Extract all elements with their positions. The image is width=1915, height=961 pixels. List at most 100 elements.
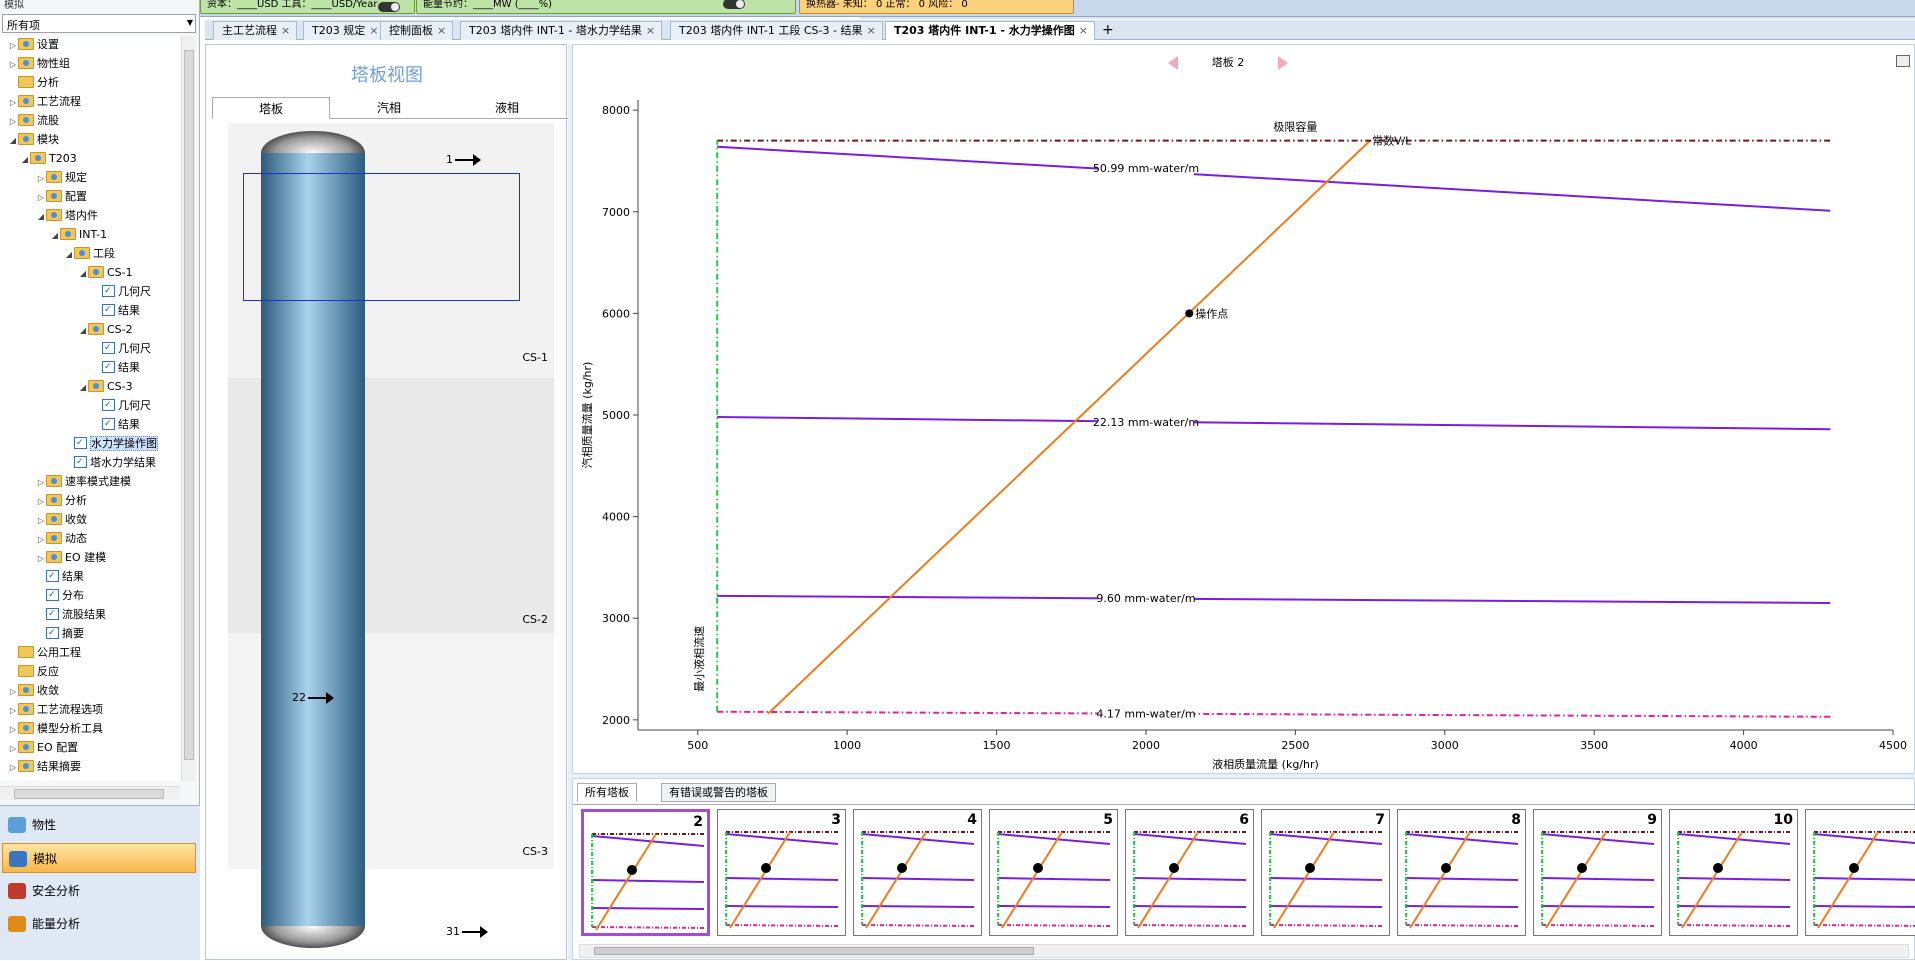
tree-vertical-scrollbar[interactable]	[181, 36, 195, 781]
previous-tray-button[interactable]	[1168, 56, 1178, 70]
tab-vapor[interactable]: 汽相	[330, 97, 448, 119]
document-tab[interactable]: 控制面板 ×	[380, 21, 454, 40]
tray-thumbnail[interactable]: 4	[853, 809, 982, 936]
expander-icon[interactable]: ▷	[36, 474, 46, 492]
scroll-thumb[interactable]	[594, 947, 1034, 955]
close-icon[interactable]: ×	[281, 24, 290, 37]
expander-icon[interactable]: ◢	[64, 246, 74, 264]
tree-node[interactable]: ▷ 规定	[36, 169, 87, 187]
close-icon[interactable]: ×	[437, 24, 446, 37]
selected-tray-box[interactable]	[243, 173, 520, 301]
capital-toggle[interactable]	[378, 0, 400, 13]
tree-node[interactable]: 塔水力学结果	[64, 453, 156, 472]
tab-tray[interactable]: 塔板	[212, 97, 330, 119]
tree-node[interactable]: 结果	[36, 567, 84, 586]
tree-node[interactable]: 结果	[92, 415, 140, 434]
tree-filter-dropdown[interactable]: 所有项 ▼	[2, 14, 196, 33]
tree-node[interactable]: 分布	[36, 586, 84, 605]
expander-icon[interactable]: ▷	[36, 170, 46, 188]
tree-node[interactable]: ▷ 结果摘要	[8, 758, 81, 776]
tree-horizontal-scrollbar[interactable]	[0, 786, 180, 800]
document-tab[interactable]: T203 塔内件 INT-1 - 塔水力学结果 ×	[460, 21, 663, 40]
tree-node[interactable]: ▷ 收敛	[8, 682, 59, 700]
tree-node[interactable]: ▷ 工艺流程	[8, 93, 81, 111]
expander-icon[interactable]: ▷	[8, 56, 18, 74]
expander-icon[interactable]: ◢	[20, 151, 30, 169]
tree-node[interactable]: 公用工程	[8, 644, 81, 662]
nav-button[interactable]: 能量分析	[2, 909, 196, 939]
tray-thumbnail[interactable]: 3	[717, 809, 846, 936]
expander-icon[interactable]: ▷	[36, 550, 46, 568]
document-tab[interactable]: T203 规定 ×	[303, 21, 386, 40]
expander-icon[interactable]: ◢	[78, 265, 88, 283]
document-tab[interactable]: T203 塔内件 INT-1 - 水力学操作图 ×	[885, 21, 1095, 40]
tree-node[interactable]: ◢ 工段	[64, 245, 115, 263]
nav-button[interactable]: 物性	[2, 810, 196, 840]
expander-icon[interactable]: ◢	[78, 379, 88, 397]
expander-icon[interactable]: ◢	[36, 208, 46, 226]
tray-thumbnail[interactable]: 10	[1669, 809, 1798, 936]
tree-node[interactable]: ◢ CS-3	[78, 378, 133, 396]
tree-node[interactable]: 流股结果	[36, 605, 106, 624]
tree-node[interactable]: ◢ 塔内件	[36, 207, 98, 225]
tree-node[interactable]: 反应	[8, 663, 59, 681]
document-tab[interactable]: T203 塔内件 INT-1 工段 CS-3 - 结果 ×	[670, 21, 883, 40]
tray-thumbnail[interactable]	[1805, 809, 1915, 936]
next-tray-button[interactable]	[1278, 56, 1288, 70]
tree-node[interactable]: 几何尺	[92, 339, 151, 358]
expander-icon[interactable]: ◢	[8, 132, 18, 150]
expander-icon[interactable]: ▷	[8, 683, 18, 701]
tree-node[interactable]: ◢ CS-1	[78, 264, 133, 282]
tree-node[interactable]: ◢ T203	[20, 150, 77, 168]
close-icon[interactable]: ×	[646, 24, 655, 37]
expander-icon[interactable]: ▷	[8, 702, 18, 720]
tree-node[interactable]: ▷ 设置	[8, 36, 59, 54]
tree-node[interactable]: ▷ 速率模式建模	[36, 473, 131, 491]
nav-button[interactable]: 安全分析	[2, 876, 196, 906]
tray-thumbnail[interactable]: 5	[989, 809, 1118, 936]
tree-node[interactable]: 分析	[8, 74, 59, 92]
tray-thumbnail[interactable]: 8	[1397, 809, 1526, 936]
tree-node[interactable]: ◢ CS-2	[78, 321, 133, 339]
stream-bottom[interactable]: 31	[446, 925, 488, 938]
stream-top[interactable]: 1	[446, 153, 481, 166]
new-tab-button[interactable]: +	[1102, 21, 1114, 39]
tree-node[interactable]: ◢ 模块	[8, 131, 59, 149]
scroll-thumb[interactable]	[14, 789, 164, 799]
tree-node[interactable]: ▷ 配置	[36, 188, 87, 206]
stream-feed[interactable]: 22	[292, 691, 334, 704]
close-icon[interactable]: ×	[866, 24, 875, 37]
tree-node[interactable]: ▷ 物性组	[8, 55, 70, 73]
tree-node[interactable]: 结果	[92, 301, 140, 320]
expander-icon[interactable]: ▷	[8, 740, 18, 758]
scroll-thumb[interactable]	[184, 50, 194, 760]
tray-thumbnail[interactable]: 9	[1533, 809, 1662, 936]
expander-icon[interactable]: ▷	[8, 721, 18, 739]
tree-node[interactable]: 几何尺	[92, 282, 151, 301]
document-tab[interactable]: 主工艺流程 ×	[213, 21, 298, 40]
expander-icon[interactable]: ▷	[36, 493, 46, 511]
expander-icon[interactable]: ▷	[36, 531, 46, 549]
expander-icon[interactable]: ▷	[8, 113, 18, 131]
tree-node[interactable]: 几何尺	[92, 396, 151, 415]
tree-node[interactable]: ▷ EO 配置	[8, 739, 78, 757]
tree-node[interactable]: ▷ 模型分析工具	[8, 720, 103, 738]
tree-node[interactable]: ▷ 收敛	[36, 511, 87, 529]
tab-error-trays[interactable]: 有错误或警告的塔板	[661, 783, 776, 802]
tree-node[interactable]: ▷ EO 建模	[36, 549, 106, 567]
tab-liquid[interactable]: 液相	[448, 97, 566, 119]
thumbnail-scrollbar[interactable]	[579, 944, 1909, 958]
tray-thumbnail[interactable]: 6	[1125, 809, 1254, 936]
tray-thumbnail[interactable]: 2	[581, 809, 710, 936]
expander-icon[interactable]: ▷	[36, 189, 46, 207]
close-icon[interactable]: ×	[1079, 24, 1088, 37]
tree-node[interactable]: 水力学操作图	[64, 434, 158, 453]
tree-node[interactable]: ▷ 分析	[36, 492, 87, 510]
nav-button[interactable]: 模拟	[2, 843, 196, 873]
tab-all-trays[interactable]: 所有塔板	[577, 783, 637, 802]
energy-toggle[interactable]	[723, 0, 745, 9]
expander-icon[interactable]: ▷	[8, 37, 18, 55]
tree-node[interactable]: ▷ 工艺流程选项	[8, 701, 103, 719]
tray-thumbnail[interactable]: 7	[1261, 809, 1390, 936]
expander-icon[interactable]: ▷	[8, 759, 18, 777]
